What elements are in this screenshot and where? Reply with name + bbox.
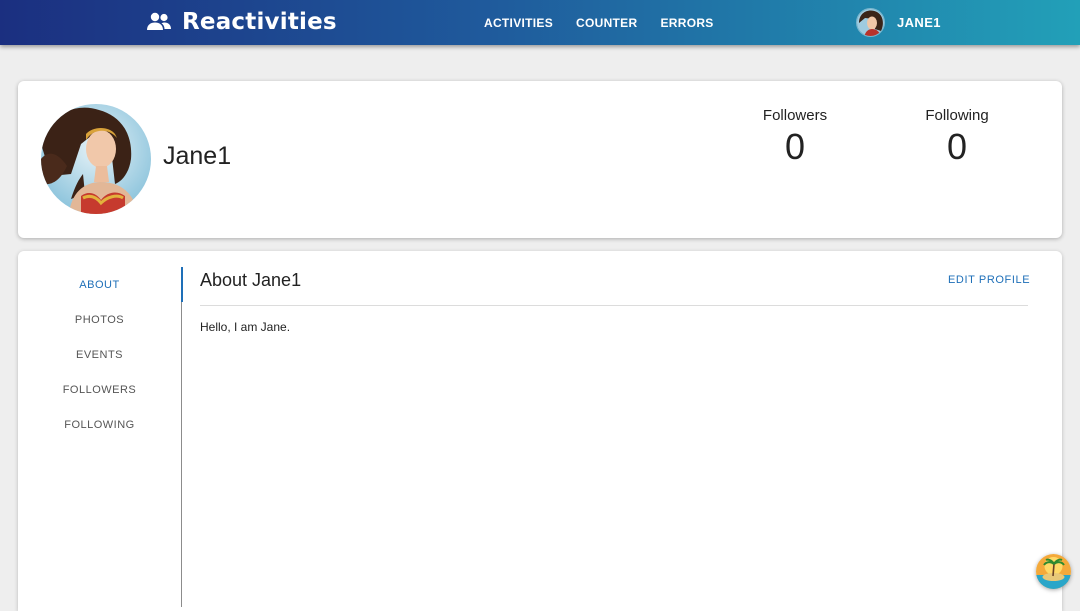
profile-content-card: ABOUT PHOTOS EVENTS FOLLOWERS FOLLOWING … [18,251,1062,611]
nav-counter[interactable]: COUNTER [568,8,645,38]
app-title: Reactivities [182,9,337,35]
user-menu[interactable]: JANE1 [856,7,941,37]
user-name: JANE1 [897,14,941,30]
brand-link[interactable]: Reactivities [146,6,337,38]
nav-errors[interactable]: ERRORS [652,8,721,38]
profile-avatar [41,104,151,214]
island-icon [1036,554,1071,589]
bio-text: Hello, I am Jane. [200,320,291,334]
profile-name: Jane1 [163,142,232,170]
following-label: Following [925,107,989,124]
followers-stat: Followers 0 [735,107,855,168]
tab-about[interactable]: ABOUT [18,267,183,302]
following-stat: Following 0 [897,107,1017,168]
user-avatar [856,7,885,37]
tab-events[interactable]: EVENTS [18,337,181,372]
following-count: 0 [946,126,968,167]
tab-photos[interactable]: PHOTOS [18,302,181,337]
nav-activities[interactable]: ACTIVITIES [476,8,561,38]
divider [200,305,1028,306]
profile-header-card: Jane1 Followers 0 Following 0 [18,81,1062,238]
edit-profile-button[interactable]: EDIT PROFILE [948,274,1030,286]
top-navbar: Reactivities ACTIVITIES COUNTER ERRORS J… [0,0,1080,45]
people-icon [146,12,172,32]
profile-tabs: ABOUT PHOTOS EVENTS FOLLOWERS FOLLOWING [18,267,183,607]
tab-following[interactable]: FOLLOWING [18,407,181,442]
followers-count: 0 [784,126,806,167]
about-title: About Jane1 [200,270,302,290]
tab-followers[interactable]: FOLLOWERS [18,372,181,407]
followers-label: Followers [762,107,828,124]
nav-links: ACTIVITIES COUNTER ERRORS [476,0,729,45]
floating-avatar-button[interactable] [1036,554,1071,589]
